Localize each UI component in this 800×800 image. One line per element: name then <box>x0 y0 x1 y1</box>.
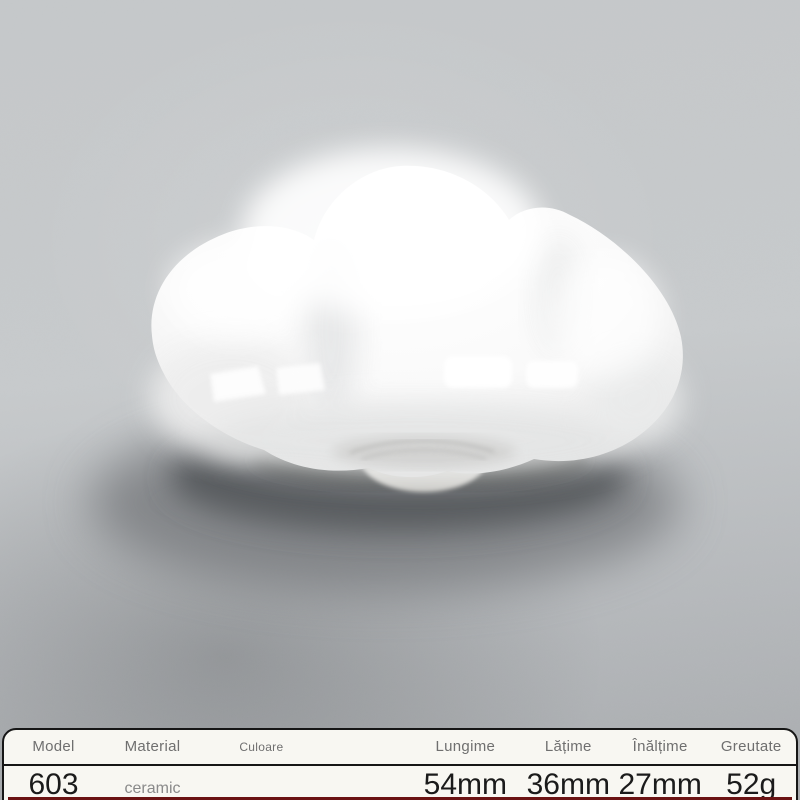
value-material-text: ceramic <box>124 768 180 798</box>
header-inaltime: Înălțime <box>614 738 707 756</box>
header-material: Material <box>103 738 202 756</box>
value-greutate: 52g <box>706 768 795 800</box>
value-model-text: 603 <box>28 768 78 800</box>
product-photo-page: Model Material Culoare Lungime Lățime În… <box>0 0 800 800</box>
value-latime-text: 36mm <box>527 768 610 800</box>
value-inaltime-text: 27mm <box>618 768 701 800</box>
product-photo <box>0 0 800 800</box>
value-greutate-text: 52g <box>726 768 776 800</box>
header-greutate: Greutate <box>706 738 795 756</box>
header-greutate-label: Greutate <box>721 738 782 755</box>
header-lungime: Lungime <box>408 738 523 756</box>
spec-table-values-row: 603 ceramic 54mm 36mm 27mm 52g <box>4 766 796 800</box>
value-model: 603 <box>4 768 103 800</box>
header-model-label: Model <box>32 738 74 755</box>
header-culoare-label: Culoare <box>239 740 283 754</box>
header-culoare: Culoare <box>202 738 321 756</box>
spec-table: Model Material Culoare Lungime Lățime În… <box>2 728 798 800</box>
header-latime-label: Lățime <box>545 738 592 755</box>
value-latime: 36mm <box>523 768 614 800</box>
header-inaltime-label: Înălțime <box>633 738 688 755</box>
value-inaltime: 27mm <box>614 768 707 800</box>
spec-table-header-row: Model Material Culoare Lungime Lățime În… <box>4 730 796 766</box>
value-lungime-text: 54mm <box>424 768 507 800</box>
header-model: Model <box>4 738 103 756</box>
header-lungime-label: Lungime <box>436 738 496 755</box>
header-latime: Lățime <box>523 738 614 756</box>
value-material: ceramic <box>103 768 202 798</box>
header-material-label: Material <box>125 738 181 755</box>
value-lungime: 54mm <box>408 768 523 800</box>
